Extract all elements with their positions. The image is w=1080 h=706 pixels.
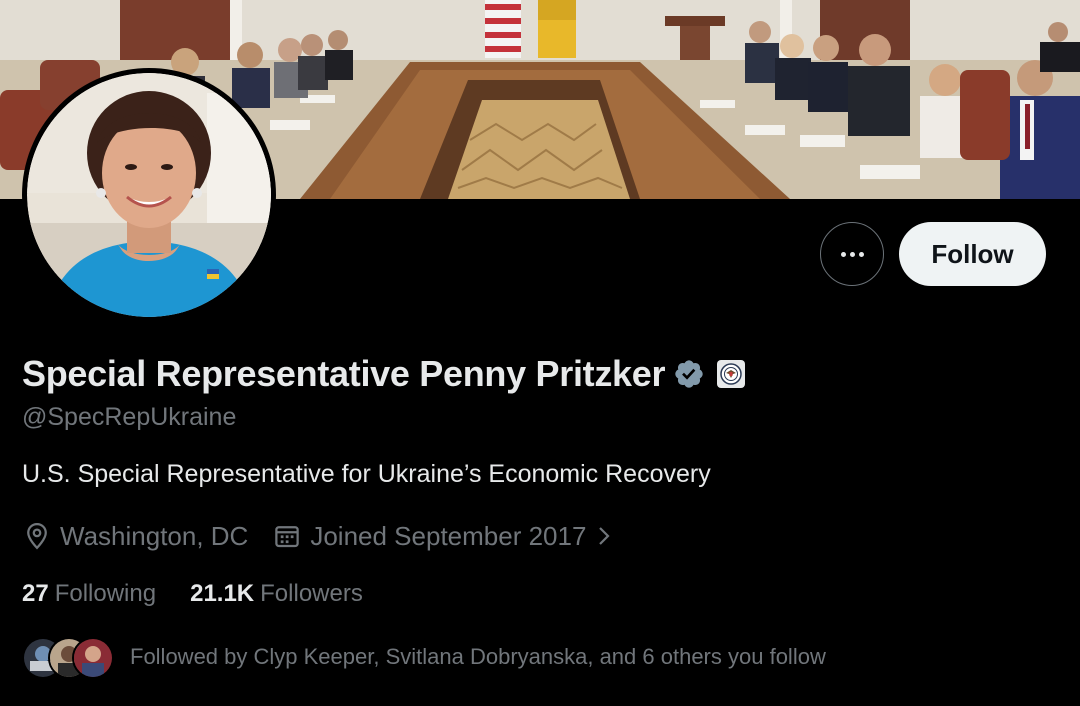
follow-button[interactable]: Follow [899,222,1046,286]
location-pin-icon [27,522,47,550]
profile-meta: Washington, DC Joined September 2017 [22,517,638,555]
followers-link[interactable]: 21.1K Followers [190,580,363,608]
joined-item[interactable]: Joined September 2017 [272,521,614,552]
calendar-icon [275,526,300,548]
follower-avatar [72,637,114,679]
profile-avatar[interactable] [22,68,276,322]
followers-count: 21.1K [190,580,255,607]
followed-by-text: Followed by Clyp Keeper, Svitlana Dobrya… [130,644,826,669]
following-link[interactable]: 27 Following [22,580,156,608]
follow-counts: 27 Following 21.1K Followers [22,580,363,608]
chevron-right-icon [599,527,610,545]
profile-handle: @SpecRepUkraine [22,403,237,431]
display-name: Special Representative Penny Pritzker [22,353,666,394]
location-item: Washington, DC [22,521,248,552]
joined-text: Joined September 2017 [310,520,587,551]
avatar-image [27,73,271,317]
followers-label: Followers [260,580,363,607]
more-options-button[interactable] [820,222,884,286]
profile-name-row: Special Representative Penny Pritzker [22,352,746,396]
followed-by-avatars [22,636,114,679]
followed-by-row[interactable]: Followed by Clyp Keeper, Svitlana Dobrya… [22,636,826,679]
government-seal-icon[interactable] [717,360,746,388]
following-label: Following [54,580,157,607]
verified-badge-icon[interactable] [673,358,705,390]
profile-bio: U.S. Special Representative for Ukraine’… [22,460,711,488]
location-text: Washington, DC [60,520,249,551]
more-options-icon [840,251,864,257]
following-count: 27 [22,580,49,607]
